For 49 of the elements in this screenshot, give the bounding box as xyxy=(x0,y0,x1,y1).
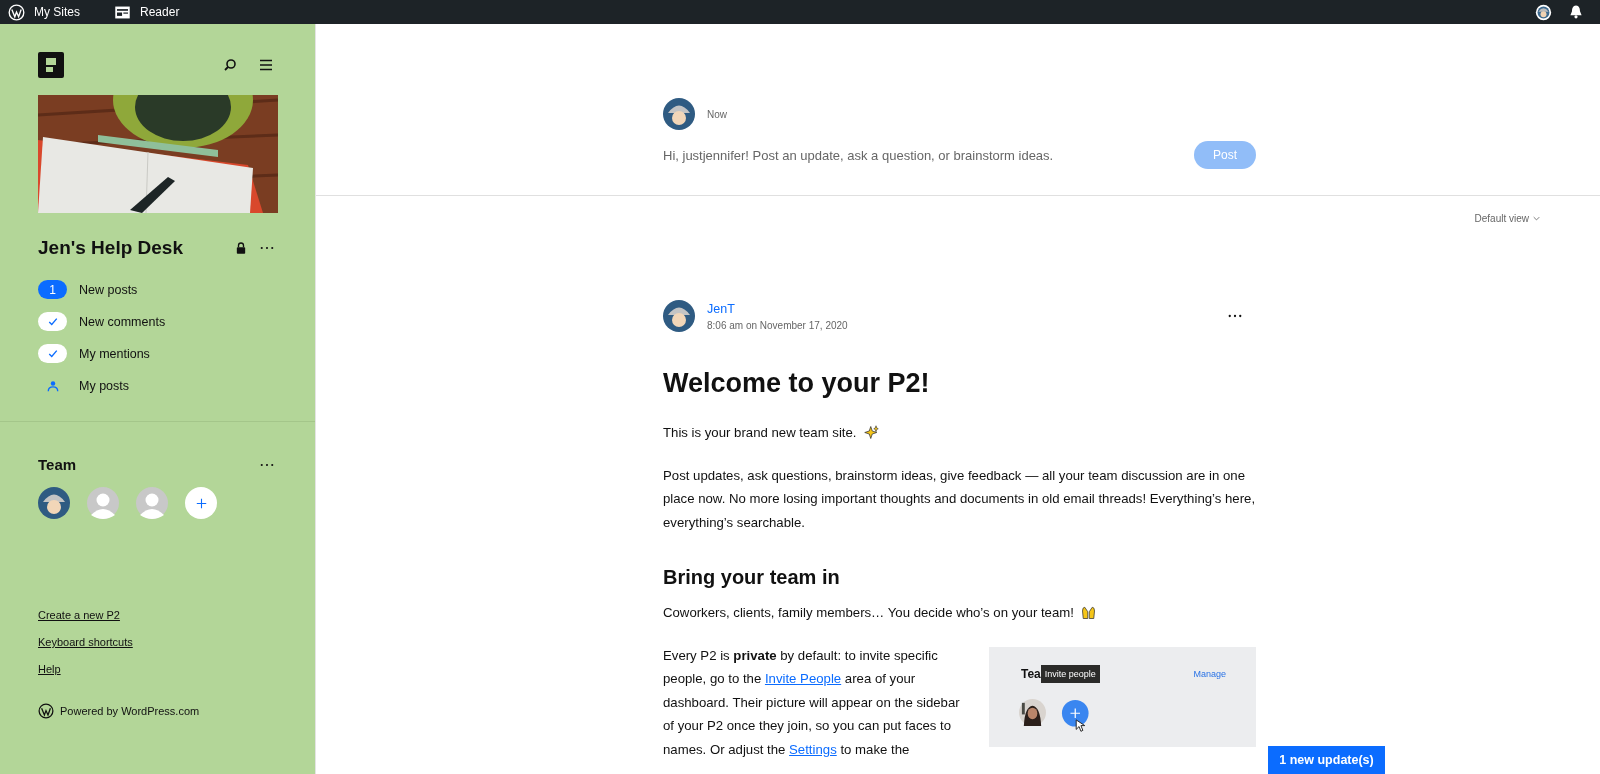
paragraph: Coworkers, clients, family members… You decide who’s on your team! xyxy=(663,601,1256,625)
user-avatar[interactable] xyxy=(1535,3,1552,21)
author-avatar xyxy=(663,300,695,332)
admin-bar-link[interactable]: Reader xyxy=(114,3,180,21)
checkbox[interactable] xyxy=(38,344,67,363)
filter-item[interactable]: New comments xyxy=(38,311,315,332)
inline-link[interactable]: Settings xyxy=(789,741,837,757)
checkbox[interactable] xyxy=(38,312,67,331)
sidebar-link[interactable]: Keyboard shortcuts xyxy=(38,636,133,648)
powered-by-link[interactable]: Powered by WordPress.com xyxy=(60,705,200,717)
paragraph: Post updates, ask questions, brainstorm ideas, give feedback — all your team discussion are in one place now. No more losing important thoughts and documents in old email threads! Everything’s here, everything’s searchable. xyxy=(663,466,1256,532)
more-options-icon[interactable] xyxy=(260,246,274,250)
count-badge: 1 xyxy=(38,280,67,299)
team-heading: Tea xyxy=(1021,666,1041,681)
sidebar-link[interactable]: Help xyxy=(38,663,61,675)
wordpress-icon xyxy=(38,703,54,719)
user-avatar xyxy=(663,98,695,130)
view-dropdown[interactable]: Default view xyxy=(1474,213,1540,224)
menu-icon[interactable] xyxy=(258,57,274,73)
check-icon xyxy=(47,349,58,358)
plus-icon xyxy=(195,497,207,509)
admin-bar-link[interactable]: My Sites xyxy=(8,3,80,21)
post-title: Welcome to your P2! xyxy=(663,368,931,399)
post-time: Now xyxy=(707,108,727,120)
section-heading: Bring your team in xyxy=(663,566,841,589)
sparkles-icon xyxy=(863,425,879,440)
member-avatar[interactable] xyxy=(38,487,70,519)
author-link[interactable]: JenT xyxy=(707,301,848,316)
site-title: Jen's Help Desk xyxy=(38,237,183,259)
filter-item[interactable]: 1 New posts xyxy=(38,279,315,300)
paragraph: This is your brand new team site. xyxy=(663,421,1256,445)
filter-item[interactable]: My posts xyxy=(38,375,315,396)
check-icon xyxy=(47,317,58,326)
person-icon xyxy=(46,379,59,392)
chevron-down-icon xyxy=(1533,216,1540,221)
team-heading: Team xyxy=(38,456,77,473)
sidebar-link[interactable]: Create a new P2 xyxy=(38,609,120,621)
inline-link[interactable]: Invite People xyxy=(764,671,842,686)
new-updates-button[interactable]: 1 new update(s) xyxy=(1268,746,1385,774)
search-icon[interactable] xyxy=(222,57,238,73)
wordpress-icon xyxy=(8,3,25,21)
raised-hands-icon xyxy=(1080,605,1096,620)
more-options-icon[interactable] xyxy=(1228,314,1242,318)
notifications-icon[interactable] xyxy=(1568,4,1584,20)
post-date: 8:06 am on November 17, 2020 xyxy=(707,319,848,331)
filter-item[interactable]: My mentions xyxy=(38,343,315,364)
more-options-icon[interactable] xyxy=(260,462,274,467)
site-logo-icon[interactable] xyxy=(38,52,64,78)
tooltip: Invite people xyxy=(1040,664,1100,683)
